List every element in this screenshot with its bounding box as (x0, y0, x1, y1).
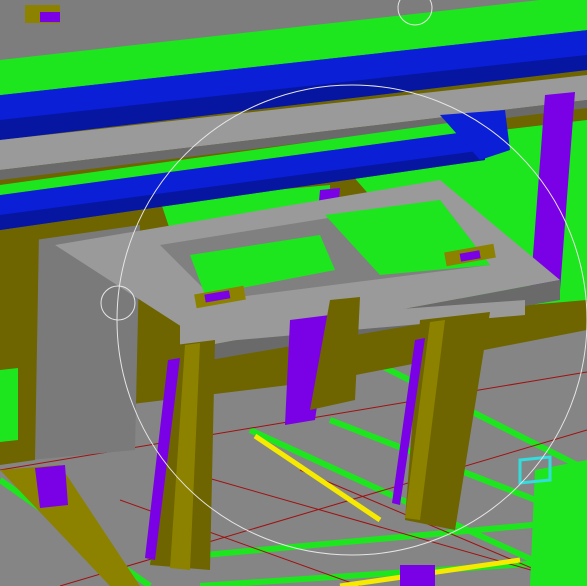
3d-model-viewport[interactable] (0, 0, 587, 586)
corner-green-block (530, 460, 587, 586)
model-scene[interactable] (0, 0, 587, 586)
left-green-patch (0, 368, 18, 442)
floor-purple-block (400, 565, 435, 586)
